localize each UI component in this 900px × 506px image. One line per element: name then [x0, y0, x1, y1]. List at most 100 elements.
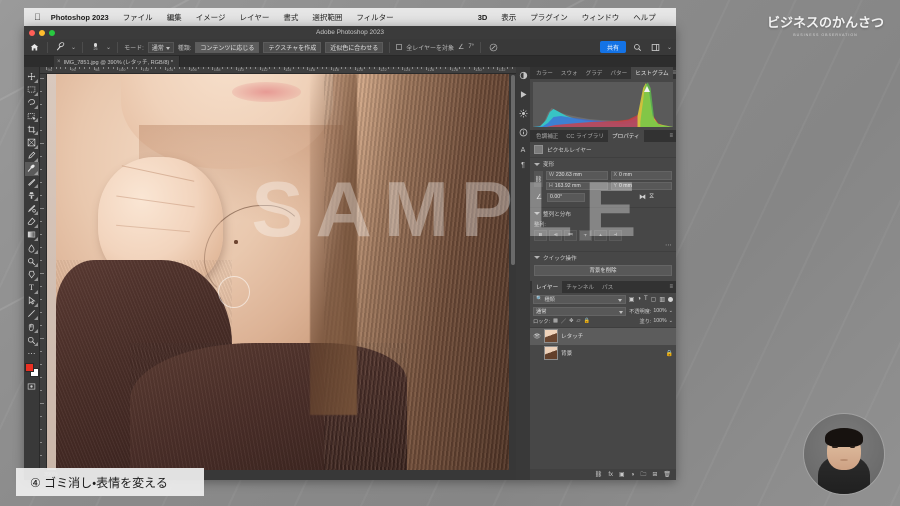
menu-item-layer[interactable]: レイヤー	[233, 12, 277, 23]
move-tool[interactable]	[25, 70, 39, 83]
type-tool[interactable]: T	[25, 281, 39, 294]
dock-icon-rail[interactable]: A ¶	[516, 67, 530, 480]
tab-cc-libraries[interactable]: CC ライブラリ	[562, 130, 608, 142]
tab-histogram[interactable]: ヒストグラム	[631, 67, 673, 79]
menu-item-edit[interactable]: 編集	[160, 12, 189, 23]
filter-pixel-icon[interactable]: ▣	[629, 296, 635, 303]
filter-adjustment-icon[interactable]: ◑	[637, 296, 641, 302]
scrollbar-thumb[interactable]	[510, 75, 515, 265]
pressure-toggle-icon[interactable]	[487, 41, 500, 54]
align-right-icon[interactable]: ⫤	[564, 229, 577, 241]
canvas-vertical-scrollbar[interactable]	[509, 74, 516, 470]
dodge-tool[interactable]	[25, 255, 39, 268]
align-left-icon[interactable]: ⫢	[534, 229, 547, 241]
document-tab-strip[interactable]: × IMG_7851.jpg @ 390% (レタッチ, RGB/8) *	[24, 56, 676, 67]
lock-transparent-icon[interactable]: ▩	[553, 318, 558, 324]
options-bar[interactable]: ⌄ 25 ⌄ モード: 通常 種類: コンテンツに応じる テクスチャを作成 近似…	[24, 39, 676, 56]
eye-icon[interactable]: 👁	[533, 333, 541, 340]
mac-menu-bar[interactable]:  Photoshop 2023 ファイル 編集 イメージ レイヤー 書式 選択…	[24, 8, 676, 26]
flip-vertical-icon[interactable]: ⧖	[649, 193, 654, 201]
history-brush-tool[interactable]	[25, 202, 39, 215]
search-icon[interactable]	[631, 41, 644, 54]
filter-smart-icon[interactable]: ▥	[659, 296, 665, 303]
tab-swatches[interactable]: スウォ	[557, 67, 582, 79]
share-button[interactable]: 共有	[599, 41, 626, 53]
new-group-icon[interactable]: 🗀	[640, 470, 646, 480]
clone-stamp-tool[interactable]	[25, 189, 39, 202]
align-top-icon[interactable]: ⫟	[579, 229, 592, 241]
layer-thumbnail[interactable]	[544, 346, 558, 360]
menu-item-type[interactable]: 書式	[276, 12, 305, 23]
chevron-down-icon[interactable]: ⌄	[669, 308, 673, 314]
height-field[interactable]: H 163.92 mm	[546, 181, 608, 190]
align-buttons[interactable]: ⫢ ⫣ ⫤ ⫟ ⫠ ⫞	[534, 229, 672, 241]
zoom-tool[interactable]	[25, 334, 39, 347]
gradient-tool[interactable]	[25, 228, 39, 242]
layer-mask-icon[interactable]: ▣	[619, 471, 625, 478]
styles-icon[interactable]	[518, 109, 528, 120]
vertical-ruler[interactable]	[40, 74, 47, 470]
mode-select[interactable]: 通常	[147, 41, 174, 53]
panel-menu-icon[interactable]: ≡	[669, 284, 673, 290]
delete-layer-icon[interactable]: 🗑	[663, 471, 671, 478]
tab-paths[interactable]: パス	[598, 281, 617, 293]
more-options-icon[interactable]: ⋯	[534, 242, 672, 249]
panel-menu-icon[interactable]: ≡	[673, 70, 676, 76]
eyedropper-tool[interactable]	[25, 149, 39, 162]
filter-toggle-icon[interactable]	[668, 296, 673, 302]
options-bar-right-group[interactable]: 共有 ⌄	[599, 41, 672, 54]
brush-preset-icon[interactable]: 25	[89, 41, 102, 54]
menu-item-image[interactable]: イメージ	[189, 12, 233, 23]
horizontal-ruler[interactable]: 94 96 98 100 102 104 106 108 110 112 114 116 118 120 1…	[40, 67, 516, 74]
x-field[interactable]: X 0 mm	[610, 171, 672, 180]
tab-patterns[interactable]: パター	[606, 67, 631, 79]
menu-app-name[interactable]: Photoshop 2023	[49, 13, 116, 22]
chevron-down-icon[interactable]	[534, 162, 540, 166]
layer-row-retouch[interactable]: 👁 レタッチ	[530, 327, 676, 345]
home-icon[interactable]	[28, 41, 41, 54]
filter-shape-icon[interactable]: ▢	[651, 296, 657, 303]
transform-section-title-row[interactable]: 変形	[534, 160, 672, 168]
filter-type-icon[interactable]: T	[644, 296, 648, 302]
opacity-control[interactable]: 不透明度: 100% ⌄	[629, 308, 673, 315]
chevron-down-icon[interactable]	[534, 212, 540, 215]
crop-tool[interactable]	[25, 123, 39, 136]
properties-panel-tabs[interactable]: 色調補正 CC ライブラリ プロパティ ≡	[530, 130, 676, 142]
y-field[interactable]: Y 0 mm	[610, 181, 672, 190]
foreground-color-swatch[interactable]	[24, 363, 34, 373]
blend-mode-select[interactable]: 通常	[533, 306, 627, 316]
tab-channels[interactable]: チャンネル	[562, 281, 598, 293]
spot-healing-brush-icon[interactable]	[54, 41, 67, 54]
angle-field[interactable]: 0.00°	[547, 193, 585, 202]
tool-preset-chevron-icon[interactable]: ⌄	[71, 44, 76, 51]
width-field[interactable]: W 230.63 mm	[546, 171, 608, 180]
apple-icon[interactable]: 	[34, 12, 41, 22]
align-section-title-row[interactable]: 整列と分布	[534, 210, 672, 218]
eraser-tool[interactable]	[25, 215, 39, 228]
image-canvas[interactable]	[47, 74, 509, 470]
close-icon[interactable]: ×	[57, 59, 61, 65]
adjustment-layer-icon[interactable]: ◑	[631, 472, 635, 478]
lock-buttons[interactable]: ▩ ／ ✥ ▱ 🔒	[553, 318, 590, 325]
type-create-texture-button[interactable]: テクスチャを作成	[263, 41, 322, 53]
menu-item-filter[interactable]: フィルター	[349, 12, 400, 23]
type-proximity-match-button[interactable]: 近似色に合わせる	[325, 41, 384, 53]
chevron-down-icon[interactable]: ⌄	[669, 318, 673, 324]
tab-gradients[interactable]: グラデ	[582, 67, 607, 79]
rectangular-marquee-tool[interactable]	[25, 83, 39, 97]
line-tool[interactable]	[25, 307, 39, 321]
fill-control[interactable]: 塗り: 100% ⌄	[640, 318, 673, 325]
tab-properties[interactable]: プロパティ	[608, 130, 644, 142]
menu-item-select[interactable]: 選択範囲	[305, 12, 349, 23]
pen-tool[interactable]	[25, 268, 39, 281]
paragraph-icon[interactable]: ¶	[521, 162, 525, 169]
hand-tool[interactable]	[25, 321, 39, 334]
menu-item-window[interactable]: ウィンドウ	[575, 12, 627, 23]
adjustments-icon[interactable]	[519, 71, 528, 82]
layer-kind-filter-select[interactable]: 🔍 種類	[533, 294, 626, 304]
layers-footer[interactable]: ⛓ fx ▣ ◑ 🗀 ⊞ 🗑	[530, 469, 676, 480]
blur-tool[interactable]	[25, 241, 39, 255]
align-bottom-icon[interactable]: ⫞	[609, 229, 622, 241]
link-wh-icon[interactable]: ⛓	[534, 171, 543, 187]
menu-item-help[interactable]: ヘルプ	[626, 12, 663, 23]
